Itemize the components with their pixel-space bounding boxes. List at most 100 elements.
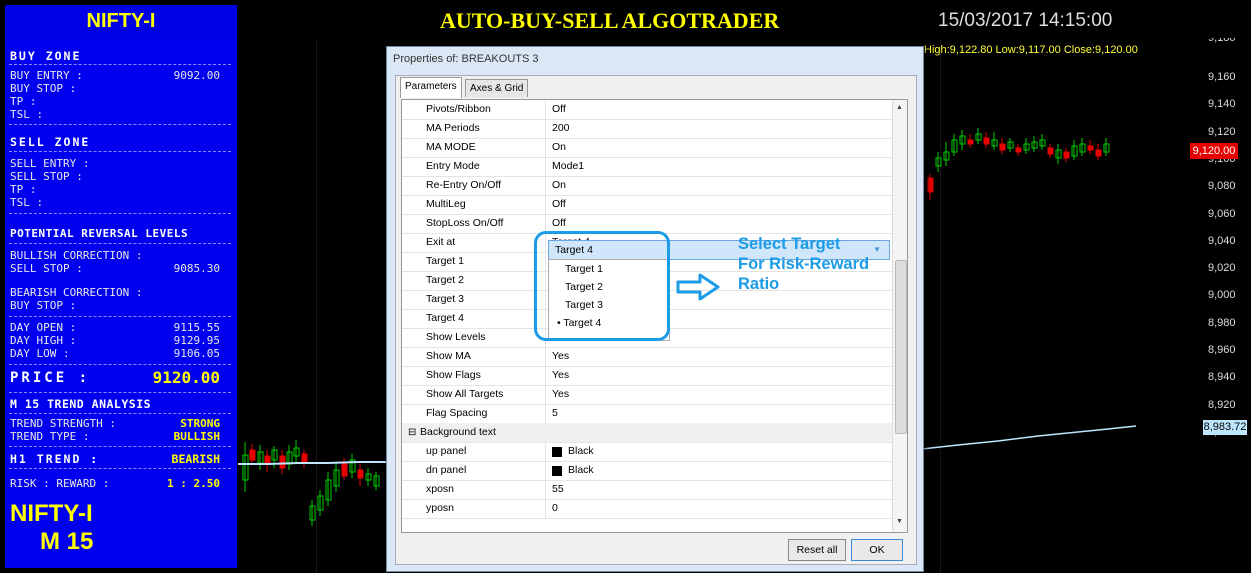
- info-panel: BUY ZONE BUY ENTRY : 9092.00 BUY STOP : T…: [5, 40, 237, 568]
- property-row[interactable]: yposn 0: [402, 499, 892, 519]
- day-open-label: DAY OPEN :: [10, 321, 77, 334]
- footer-symbol: NIFTY-I: [10, 500, 93, 527]
- scroll-up-icon[interactable]: ▲: [896, 104, 903, 111]
- property-row[interactable]: ⊟ Background text: [402, 423, 892, 443]
- sell-stop-label: SELL STOP :: [10, 170, 83, 183]
- divider: [9, 413, 231, 414]
- tab-parameters[interactable]: Parameters: [400, 77, 462, 98]
- h1-trend-label: H1 TREND :: [10, 452, 100, 466]
- property-value[interactable]: 5: [552, 404, 558, 423]
- trend-strength-row: TREND STRENGTH : STRONG: [10, 418, 230, 430]
- candlestick: [1047, 144, 1054, 158]
- risk-reward-value: 1 : 2.50: [167, 477, 220, 490]
- property-value[interactable]: Yes: [552, 366, 569, 385]
- column-divider: [545, 100, 546, 119]
- property-row[interactable]: up panel Black: [402, 442, 892, 462]
- property-row[interactable]: Flag Spacing 5: [402, 404, 892, 424]
- divider: [9, 124, 231, 125]
- property-name: Target 1: [426, 255, 464, 267]
- property-value[interactable]: 200: [552, 119, 570, 138]
- color-swatch[interactable]: [552, 466, 562, 476]
- property-row[interactable]: dn panel Black: [402, 461, 892, 481]
- day-open-value: 9115.55: [173, 321, 220, 334]
- property-row[interactable]: Re-Entry On/Off On: [402, 176, 892, 196]
- property-value[interactable]: On: [552, 138, 566, 157]
- property-grid-scrollbar[interactable]: ▲ ▼: [892, 100, 907, 532]
- property-row[interactable]: Pivots/Ribbon Off: [402, 100, 892, 120]
- candlestick: [365, 468, 372, 486]
- color-swatch[interactable]: [552, 447, 562, 457]
- property-value[interactable]: Mode1: [552, 157, 584, 176]
- candlestick: [301, 450, 308, 468]
- trend-heading: M 15 TREND ANALYSIS: [10, 397, 152, 411]
- candlestick: [983, 132, 990, 148]
- property-row[interactable]: MA MODE On: [402, 138, 892, 158]
- price-tick-label: 8,920: [1208, 398, 1236, 411]
- trend-type-label: TREND TYPE :: [10, 430, 90, 443]
- property-value[interactable]: 0: [552, 499, 558, 518]
- sell-zone-heading: SELL ZONE: [10, 135, 91, 149]
- column-divider: [545, 480, 546, 499]
- property-name: Target 2: [426, 274, 464, 286]
- price-row: PRICE : 9120.00: [10, 370, 230, 392]
- property-row[interactable]: Show Flags Yes: [402, 366, 892, 386]
- candlestick: [1015, 144, 1022, 156]
- reversal-sell-stop-value: 9085.30: [173, 262, 220, 275]
- property-row[interactable]: Entry Mode Mode1: [402, 157, 892, 177]
- divider: [9, 316, 231, 317]
- property-value[interactable]: Yes: [552, 385, 569, 404]
- divider: [9, 392, 231, 393]
- candlestick: [264, 450, 271, 472]
- scroll-thumb[interactable]: [895, 260, 907, 434]
- property-value[interactable]: Black: [568, 461, 594, 480]
- collapse-icon[interactable]: ⊟: [408, 423, 416, 442]
- property-value[interactable]: Yes: [552, 347, 569, 366]
- property-row[interactable]: Show All Targets Yes: [402, 385, 892, 405]
- column-divider: [545, 176, 546, 195]
- chevron-down-icon[interactable]: ▼: [873, 241, 881, 259]
- property-value[interactable]: On: [552, 176, 566, 195]
- ohlc-readout: High:9,122.80 Low:9,117.00 Close:9,120.0…: [924, 44, 1138, 56]
- property-name: Flag Spacing: [426, 407, 488, 419]
- h1-trend-value: BEARISH: [171, 452, 220, 466]
- property-name: Show All Targets: [426, 388, 504, 400]
- column-divider: [545, 404, 546, 423]
- day-low-value: 9106.05: [173, 347, 220, 360]
- tab-axes-grid[interactable]: Axes & Grid: [465, 79, 529, 97]
- property-row[interactable]: Show MA Yes: [402, 347, 892, 367]
- trend-strength-label: TREND STRENGTH :: [10, 417, 116, 430]
- scroll-down-icon[interactable]: ▼: [896, 518, 903, 525]
- candlestick: [341, 458, 348, 480]
- candlestick: [999, 138, 1006, 154]
- ma-value-tag: 8,983.72: [1203, 420, 1247, 435]
- day-high-label: DAY HIGH :: [10, 334, 77, 347]
- candlestick: [959, 130, 966, 150]
- column-divider: [545, 157, 546, 176]
- property-row[interactable]: MA Periods 200: [402, 119, 892, 139]
- day-low-row: DAY LOW : 9106.05: [10, 348, 230, 360]
- candlestick: [1087, 140, 1094, 154]
- app-title: AUTO-BUY-SELL ALGOTRADER: [440, 8, 780, 33]
- property-value[interactable]: Off: [552, 195, 566, 214]
- divider: [9, 151, 231, 152]
- property-row[interactable]: MultiLeg Off: [402, 195, 892, 215]
- candlestick: [257, 445, 264, 470]
- divider: [9, 468, 231, 469]
- property-value[interactable]: 55: [552, 480, 564, 499]
- candlestick: [309, 500, 316, 526]
- candlestick: [1063, 148, 1070, 162]
- price-tick-label: 8,940: [1208, 371, 1236, 384]
- divider: [9, 364, 231, 365]
- column-divider: [545, 442, 546, 461]
- ok-button[interactable]: OK: [851, 539, 903, 561]
- property-value[interactable]: Off: [552, 100, 566, 119]
- reset-all-button[interactable]: Reset all: [788, 539, 846, 561]
- callout-line: Select Target: [738, 235, 841, 253]
- price-tick-label: 9,020: [1208, 262, 1236, 275]
- current-price-tag: 9,120.00: [1190, 143, 1238, 159]
- candlestick: [927, 174, 934, 200]
- buy-entry-value: 9092.00: [173, 69, 220, 82]
- property-row[interactable]: xposn 55: [402, 480, 892, 500]
- property-value[interactable]: Black: [568, 442, 594, 461]
- property-name: yposn: [426, 502, 455, 514]
